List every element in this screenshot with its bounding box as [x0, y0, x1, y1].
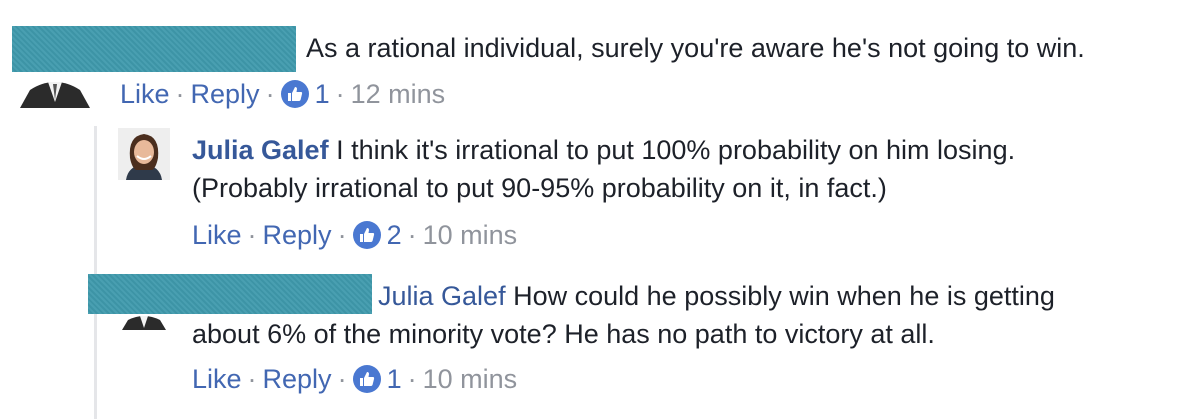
author-name[interactable]: Julia Galef	[192, 135, 329, 165]
reaction-count[interactable]: 1	[387, 362, 402, 396]
separator: ·	[407, 364, 417, 394]
like-link[interactable]: Like	[192, 362, 242, 396]
reply-actions: Like · Reply · 1 · 10 mins	[192, 362, 517, 396]
like-link[interactable]: Like	[192, 218, 242, 252]
timestamp[interactable]: 10 mins	[423, 218, 518, 252]
comment-thread: As a rational individual, surely you're …	[0, 0, 1200, 419]
thumbs-up-icon[interactable]	[280, 80, 309, 108]
reply-text-line2: (Probably irrational to put 90-95% proba…	[192, 173, 887, 203]
comment-actions: Like · Reply · 1 · 12 mins	[120, 77, 445, 111]
separator: ·	[337, 220, 347, 250]
reply-link[interactable]: Reply	[263, 362, 332, 396]
reaction-count[interactable]: 2	[387, 218, 402, 252]
commenter-avatar[interactable]	[12, 72, 98, 108]
julia-galef-avatar[interactable]	[118, 128, 170, 180]
thumbs-up-icon[interactable]	[352, 365, 381, 393]
separator: ·	[407, 220, 417, 250]
separator: ·	[175, 79, 185, 109]
reply-link[interactable]: Reply	[191, 77, 260, 111]
mention-link[interactable]: Julia Galef	[378, 281, 506, 311]
reaction-count[interactable]: 1	[315, 77, 330, 111]
separator: ·	[337, 364, 347, 394]
timestamp[interactable]: 12 mins	[351, 77, 446, 111]
commenter-avatar[interactable]	[118, 314, 170, 330]
separator: ·	[335, 79, 345, 109]
reply-link[interactable]: Reply	[263, 218, 332, 252]
separator: ·	[247, 364, 257, 394]
separator: ·	[265, 79, 275, 109]
redacted-name	[88, 274, 372, 314]
reply-thread-line	[94, 126, 97, 419]
separator: ·	[247, 220, 257, 250]
like-link[interactable]: Like	[120, 77, 170, 111]
reply-text-line2: about 6% of the minority vote? He has no…	[192, 319, 935, 349]
timestamp[interactable]: 10 mins	[423, 362, 518, 396]
reply-text-line1: Julia Galef I think it's irrational to p…	[192, 132, 1015, 169]
avatar-icon	[118, 128, 170, 180]
thumbs-up-icon[interactable]	[352, 221, 381, 249]
reply-actions: Like · Reply · 2 · 10 mins	[192, 218, 517, 252]
avatar-icon	[12, 72, 98, 108]
reply-text: I think it's irrational to put 100% prob…	[336, 135, 1016, 165]
reply-text: How could he possibly win when he is get…	[513, 281, 1055, 311]
avatar-icon	[118, 314, 170, 330]
comment-text: As a rational individual, surely you're …	[306, 33, 1085, 63]
redacted-name	[12, 26, 296, 72]
reply-text-line1: Julia Galef How could he possibly win wh…	[378, 278, 1055, 315]
